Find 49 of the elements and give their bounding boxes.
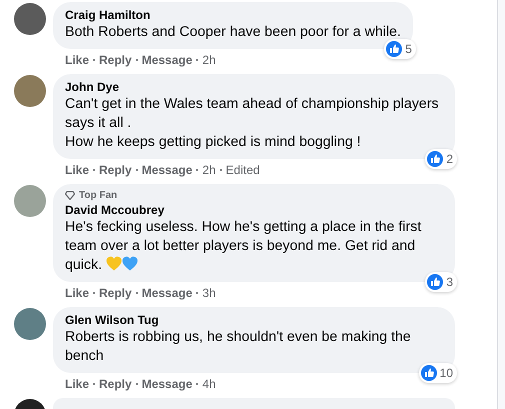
like-icon [427, 274, 444, 290]
like-icon [420, 365, 437, 381]
like-icon [427, 151, 444, 167]
reaction-count[interactable]: 2 [425, 149, 457, 169]
comment-action-link[interactable]: Reply [99, 52, 132, 68]
comment-action-link[interactable]: Like [65, 376, 90, 392]
comment-action-link[interactable]: Like [65, 52, 90, 68]
separator-dot [196, 59, 198, 61]
comment-action-link[interactable]: Message [142, 52, 192, 68]
comment-text: Both Roberts and Cooper have been poor for a while. [65, 23, 401, 42]
reaction-count[interactable]: 10 [418, 363, 457, 383]
separator-dot [220, 169, 222, 171]
comment-meta: 2h [202, 52, 216, 68]
comment-meta: 3h [202, 285, 216, 301]
comment-meta: 4h [202, 376, 216, 392]
like-icon [386, 41, 402, 57]
comment-action-link[interactable]: Message [142, 285, 192, 301]
comment-text: Can't get in the Wales team ahead of championship players says it all . How he keeps getting picked is mind boggling ! [65, 95, 440, 152]
separator-dot [93, 292, 96, 294]
author-name[interactable]: David Mccoubrey [65, 203, 164, 217]
separator-dot [196, 383, 198, 385]
author-name[interactable]: Craig Hamilton [65, 8, 150, 22]
comment-meta: 2h [202, 162, 216, 178]
comment-action-link[interactable]: Message [142, 162, 192, 178]
separator-dot [93, 59, 96, 61]
author-name[interactable]: Glen Wilson Tug [65, 313, 159, 327]
separator-dot [93, 383, 96, 385]
top-fan-label: Top Fan [79, 190, 118, 201]
comment-action-link[interactable]: Reply [99, 285, 132, 301]
diamond-icon [65, 191, 75, 200]
comment-text: He's fecking useless. How he's getting a place in the first team over a lot better players is beyond me. Get rid and quick. [65, 218, 422, 275]
comment-action-link[interactable]: Reply [99, 376, 132, 392]
separator-dot [136, 59, 138, 61]
comment-action-link[interactable]: Reply [99, 162, 132, 178]
separator-dot [136, 292, 138, 294]
separator-dot [93, 169, 96, 171]
comment-action-link[interactable]: Like [65, 162, 90, 178]
comment-meta: Edited [226, 162, 260, 178]
comment-action-link[interactable]: Message [142, 376, 192, 392]
separator-dot [196, 292, 198, 294]
reaction-count[interactable]: 3 [425, 272, 457, 292]
separator-dot [196, 169, 198, 171]
avatar[interactable] [14, 3, 46, 35]
author-name[interactable]: John Dye [65, 80, 120, 94]
comment-text: Roberts is robbing us, he shouldn't even be making the bench [65, 328, 412, 366]
reaction-count[interactable]: 5 [384, 39, 416, 59]
separator-dot [136, 383, 138, 385]
comment-action-link[interactable]: Like [65, 285, 90, 301]
separator-dot [136, 169, 138, 171]
